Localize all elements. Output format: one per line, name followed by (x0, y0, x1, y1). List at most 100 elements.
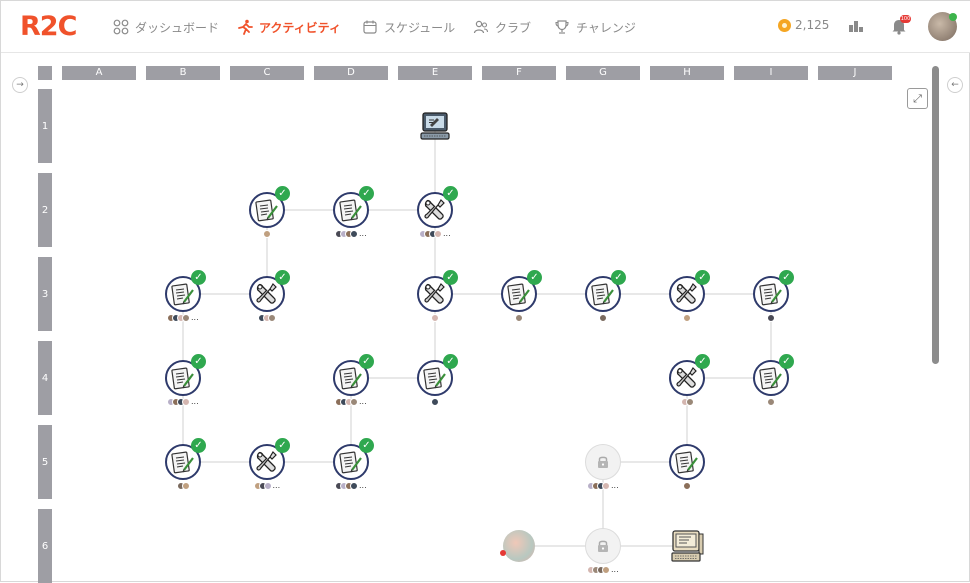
participant-avatars[interactable] (258, 313, 276, 322)
completed-check-icon: ✓ (527, 270, 542, 285)
completed-check-icon: ✓ (275, 270, 290, 285)
document-edit-icon (255, 199, 278, 222)
completed-check-icon: ✓ (443, 270, 458, 285)
participant-avatars[interactable]: ... (253, 480, 281, 490)
nav-challenge[interactable]: チャレンジ (554, 18, 636, 36)
calendar-icon (363, 20, 377, 34)
participant-avatar (683, 481, 691, 490)
nav-dashboard-label: ダッシュボード (135, 20, 220, 35)
participant-avatars[interactable]: ... (587, 565, 619, 574)
document-edit-icon (171, 283, 194, 306)
nav-dashboard[interactable]: ダッシュボード (113, 18, 219, 36)
more-participants-ellipsis: ... (611, 480, 619, 490)
participant-avatars[interactable] (767, 397, 775, 406)
participant-avatars[interactable]: ... (167, 313, 199, 322)
nav-schedule[interactable]: スケジュール (362, 18, 455, 36)
document-edit-icon (759, 283, 782, 306)
more-participants-ellipsis: ... (191, 312, 199, 322)
trophy-icon (555, 20, 569, 34)
participant-avatars[interactable] (683, 481, 691, 490)
running-icon (238, 19, 253, 35)
participant-avatar (431, 313, 439, 322)
user-marker-dot (500, 550, 506, 556)
nav-challenge-label: チャレンジ (576, 20, 636, 35)
participant-avatars[interactable] (680, 397, 694, 406)
participant-avatars[interactable]: ... (419, 229, 451, 238)
participant-avatar (685, 397, 694, 406)
skill-tree-canvas[interactable]: → ← ABCDEFGHIJ 123456 ⤢ ✓ ✓... ✓... ✓... ✓ ✓ ✓… (1, 54, 970, 583)
online-status-dot (949, 13, 957, 21)
coin-icon (778, 18, 791, 32)
nav-activity-label: アクティビティ (259, 20, 341, 35)
participant-avatars[interactable]: ... (167, 397, 199, 406)
participant-avatars[interactable] (431, 313, 439, 322)
document-edit-icon (759, 367, 782, 390)
participant-avatar (181, 481, 190, 490)
participant-avatars[interactable] (515, 313, 523, 322)
activity-node-e1[interactable] (417, 108, 453, 144)
completed-check-icon: ✓ (611, 270, 626, 285)
participant-avatar (263, 481, 272, 490)
more-participants-ellipsis: ... (359, 396, 367, 406)
participant-avatars[interactable]: ... (587, 481, 619, 490)
app-logo[interactable]: R2C (20, 11, 77, 42)
participant-avatar (268, 313, 276, 322)
participant-avatars[interactable]: ... (335, 397, 367, 406)
participant-avatar (350, 397, 358, 406)
participant-avatar (683, 313, 691, 322)
wrench-icon (676, 283, 697, 304)
activity-node-g6[interactable] (585, 528, 621, 564)
completed-check-icon: ✓ (275, 438, 290, 453)
document-edit-icon (591, 283, 614, 306)
nav-club[interactable]: クラブ (473, 18, 531, 36)
participant-avatar (602, 481, 610, 490)
participant-avatars[interactable] (263, 229, 271, 238)
completed-check-icon: ✓ (695, 354, 710, 369)
ranking-podium-icon[interactable] (846, 16, 866, 36)
top-header: R2C ダッシュボード アクティビティ スケジュール クラブ チャレンジ 2,1… (1, 1, 970, 53)
document-edit-icon (339, 199, 362, 222)
completed-check-icon: ✓ (443, 354, 458, 369)
document-edit-icon (675, 451, 698, 474)
participant-avatar (263, 229, 271, 238)
notification-badge: 100 (900, 15, 911, 23)
participant-avatar (431, 397, 439, 406)
activity-node-h5[interactable] (669, 444, 705, 480)
more-participants-ellipsis: ... (359, 228, 367, 238)
wrench-icon (256, 451, 277, 472)
participant-avatar (350, 229, 358, 238)
more-participants-ellipsis: ... (272, 480, 281, 490)
more-participants-ellipsis: ... (191, 396, 199, 406)
participant-avatars[interactable] (767, 313, 775, 322)
group-icon (473, 20, 489, 34)
nav-activity[interactable]: アクティビティ (237, 18, 341, 36)
completed-check-icon: ✓ (359, 438, 374, 453)
participant-avatar (515, 313, 523, 322)
document-edit-icon (507, 283, 530, 306)
completed-check-icon: ✓ (191, 438, 206, 453)
document-edit-icon (171, 367, 194, 390)
app-frame: R2C ダッシュボード アクティビティ スケジュール クラブ チャレンジ 2,1… (0, 0, 970, 583)
participant-avatar (182, 313, 190, 322)
retro-computer-icon (671, 530, 704, 562)
completed-check-icon: ✓ (359, 186, 374, 201)
activity-node-g5[interactable] (585, 444, 621, 480)
participant-avatar (602, 565, 610, 574)
participant-avatars[interactable] (599, 313, 607, 322)
participant-avatars[interactable] (431, 397, 439, 406)
coin-balance[interactable]: 2,125 (778, 18, 829, 32)
participant-avatars[interactable]: ... (335, 481, 367, 490)
participant-avatars[interactable] (683, 313, 691, 322)
user-position-avatar[interactable] (503, 530, 535, 562)
completed-check-icon: ✓ (695, 270, 710, 285)
coin-count: 2,125 (795, 18, 830, 32)
wrench-icon (424, 199, 445, 220)
participant-avatars[interactable]: ... (335, 229, 367, 238)
participant-avatars[interactable] (176, 481, 190, 490)
activity-node-h6[interactable] (669, 528, 705, 564)
completed-check-icon: ✓ (443, 186, 458, 201)
document-edit-icon (339, 367, 362, 390)
lock-icon (598, 540, 608, 552)
lock-icon (598, 456, 608, 468)
wrench-icon (676, 367, 697, 388)
